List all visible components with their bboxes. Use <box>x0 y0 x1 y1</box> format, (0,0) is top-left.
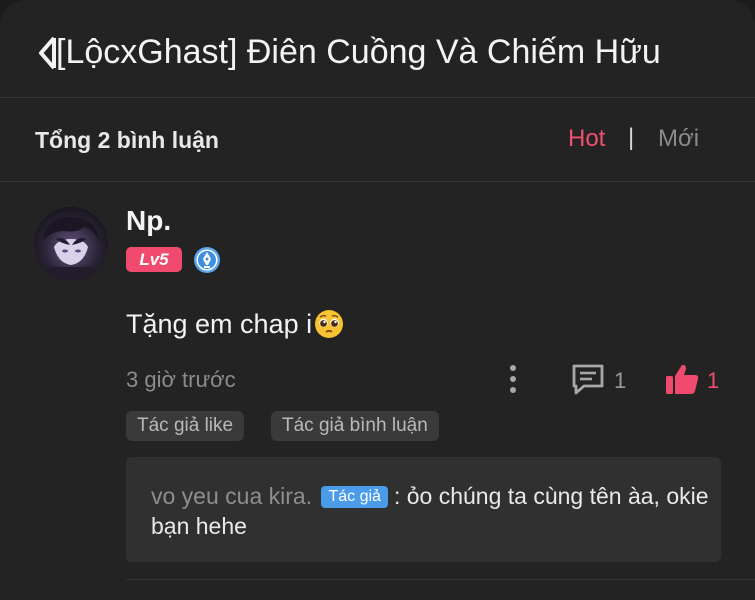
comment-body: Tặng em chap i <box>126 308 313 339</box>
header: [LộcxGhast] Điên Cuồng Và Chiếm Hữu <box>0 0 755 98</box>
sort-hot-tab[interactable]: Hot <box>568 125 605 153</box>
like-count: 1 <box>707 368 720 393</box>
pleading-face-emoji <box>315 310 344 338</box>
divider <box>126 579 755 580</box>
reply-content: vo yeu cua kira. Tác giả: ỏo chúng ta cù… <box>151 481 711 541</box>
more-vertical-icon[interactable] <box>503 363 523 395</box>
reply-count: 1 <box>614 368 627 393</box>
reply-author[interactable]: vo yeu cua kira. <box>151 483 312 509</box>
thumbs-up-icon[interactable] <box>664 362 700 396</box>
author-liked-tag: Tác giả like <box>126 411 245 441</box>
author-badge: Tác giả <box>321 486 388 508</box>
reply-separator: : <box>393 483 401 509</box>
page-title: [LộcxGhast] Điên Cuồng Và Chiếm Hữu <box>56 33 661 71</box>
comment-sort-bar: Tổng 2 bình luận Hot | Mới <box>0 98 755 182</box>
comment-time: 3 giờ trước <box>126 367 236 392</box>
comment-total: Tổng 2 bình luận <box>35 127 219 153</box>
author-commented-tag: Tác giả bình luận <box>271 411 439 441</box>
level-badge: Lv5 <box>126 247 182 272</box>
username[interactable]: Np. <box>126 205 171 237</box>
comments-panel: [LộcxGhast] Điên Cuồng Và Chiếm Hữu Tổng… <box>0 0 755 600</box>
comment-icon[interactable] <box>570 362 606 396</box>
verified-pen-icon <box>194 247 220 273</box>
avatar[interactable] <box>34 207 108 281</box>
reply-preview[interactable]: vo yeu cua kira. Tác giả: ỏo chúng ta cù… <box>126 457 721 562</box>
sort-separator: | <box>628 124 635 151</box>
comment-text: Tặng em chap i <box>126 308 345 340</box>
sort-new-tab[interactable]: Mới <box>658 125 699 153</box>
